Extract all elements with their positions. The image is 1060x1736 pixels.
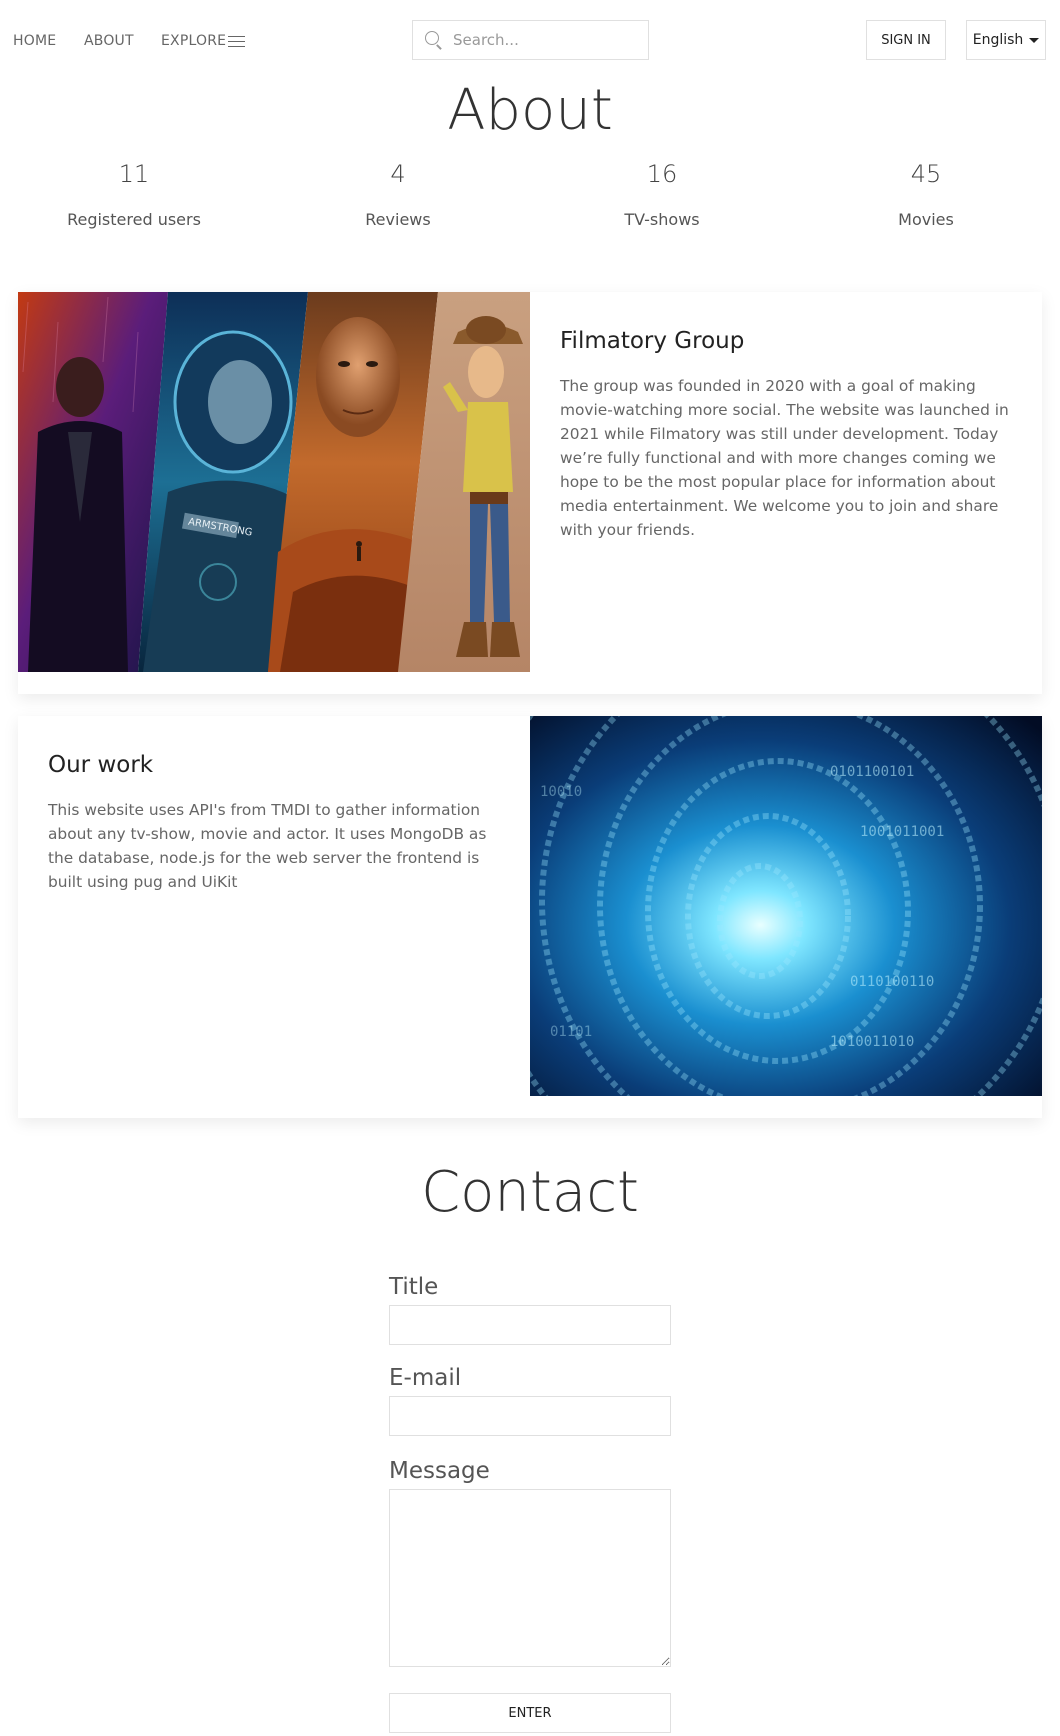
stat-movies: 45 Movies <box>826 160 1026 229</box>
svg-text:1001011001: 1001011001 <box>860 824 944 840</box>
email-label: E-mail <box>389 1365 462 1391</box>
caret-down-icon <box>1029 37 1040 43</box>
title-input[interactable] <box>389 1305 671 1345</box>
stat-label: TV-shows <box>624 210 700 229</box>
contact-heading: Contact <box>421 1160 639 1225</box>
email-input[interactable] <box>389 1396 671 1436</box>
svg-text:0110100110: 0110100110 <box>850 974 934 990</box>
search-box <box>412 20 649 60</box>
card-title: Filmatory Group <box>560 328 745 354</box>
search-input[interactable] <box>453 31 633 49</box>
stat-label: Registered users <box>67 210 201 229</box>
card-description: This website uses API's from TMDI to gat… <box>48 801 487 891</box>
stat-label: Movies <box>898 210 954 229</box>
card-text: Filmatory Group The group was founded in… <box>530 292 1042 572</box>
stat-value: 16 <box>646 160 678 188</box>
card-description: The group was founded in 2020 with a goa… <box>560 377 1009 539</box>
search-icon <box>424 30 444 50</box>
card-title: Our work <box>48 752 154 778</box>
menu-icon <box>228 35 246 47</box>
nav-home-link[interactable]: HOME <box>13 33 56 49</box>
stat-value: 45 <box>910 160 942 188</box>
enter-button[interactable]: ENTER <box>389 1693 671 1733</box>
about-heading: About <box>447 78 613 143</box>
binary-tunnel-image: 0101100101 1001011001 0110100110 1010011… <box>530 716 1042 1096</box>
stats-row: 11 Registered users 4 Reviews 16 TV-show… <box>0 160 1060 250</box>
stat-reviews: 4 Reviews <box>298 160 498 229</box>
language-label: English <box>972 32 1024 48</box>
nav-explore-label: EXPLORE <box>161 33 227 49</box>
our-work-card: Our work This website uses API's from TM… <box>18 716 1042 1118</box>
svg-text:10010: 10010 <box>540 784 582 800</box>
stat-registered-users: 11 Registered users <box>34 160 234 229</box>
title-label: Title <box>389 1274 439 1300</box>
stat-value: 11 <box>118 160 150 188</box>
filmatory-group-card: ARMSTRONG Filmatory Group The group was … <box>18 292 1042 694</box>
nav-explore-link[interactable]: EXPLORE <box>161 33 246 49</box>
nav-about-link[interactable]: ABOUT <box>84 33 134 49</box>
language-select[interactable]: English <box>966 20 1046 60</box>
stat-value: 4 <box>390 160 406 188</box>
stat-label: Reviews <box>365 210 431 229</box>
svg-text:1010011010: 1010011010 <box>830 1034 914 1050</box>
stat-tv-shows: 16 TV-shows <box>562 160 762 229</box>
message-label: Message <box>389 1458 490 1484</box>
message-textarea[interactable] <box>389 1489 671 1667</box>
card-text: Our work This website uses API's from TM… <box>18 716 530 924</box>
svg-text:0101100101: 0101100101 <box>830 764 914 780</box>
svg-text:01101: 01101 <box>550 1024 592 1040</box>
top-navbar: HOME ABOUT EXPLORE SIGN IN English <box>0 0 1060 80</box>
contact-form: Title E-mail Message <box>389 1274 671 1667</box>
movie-collage-image: ARMSTRONG <box>18 292 530 672</box>
sign-in-button[interactable]: SIGN IN <box>866 20 946 60</box>
